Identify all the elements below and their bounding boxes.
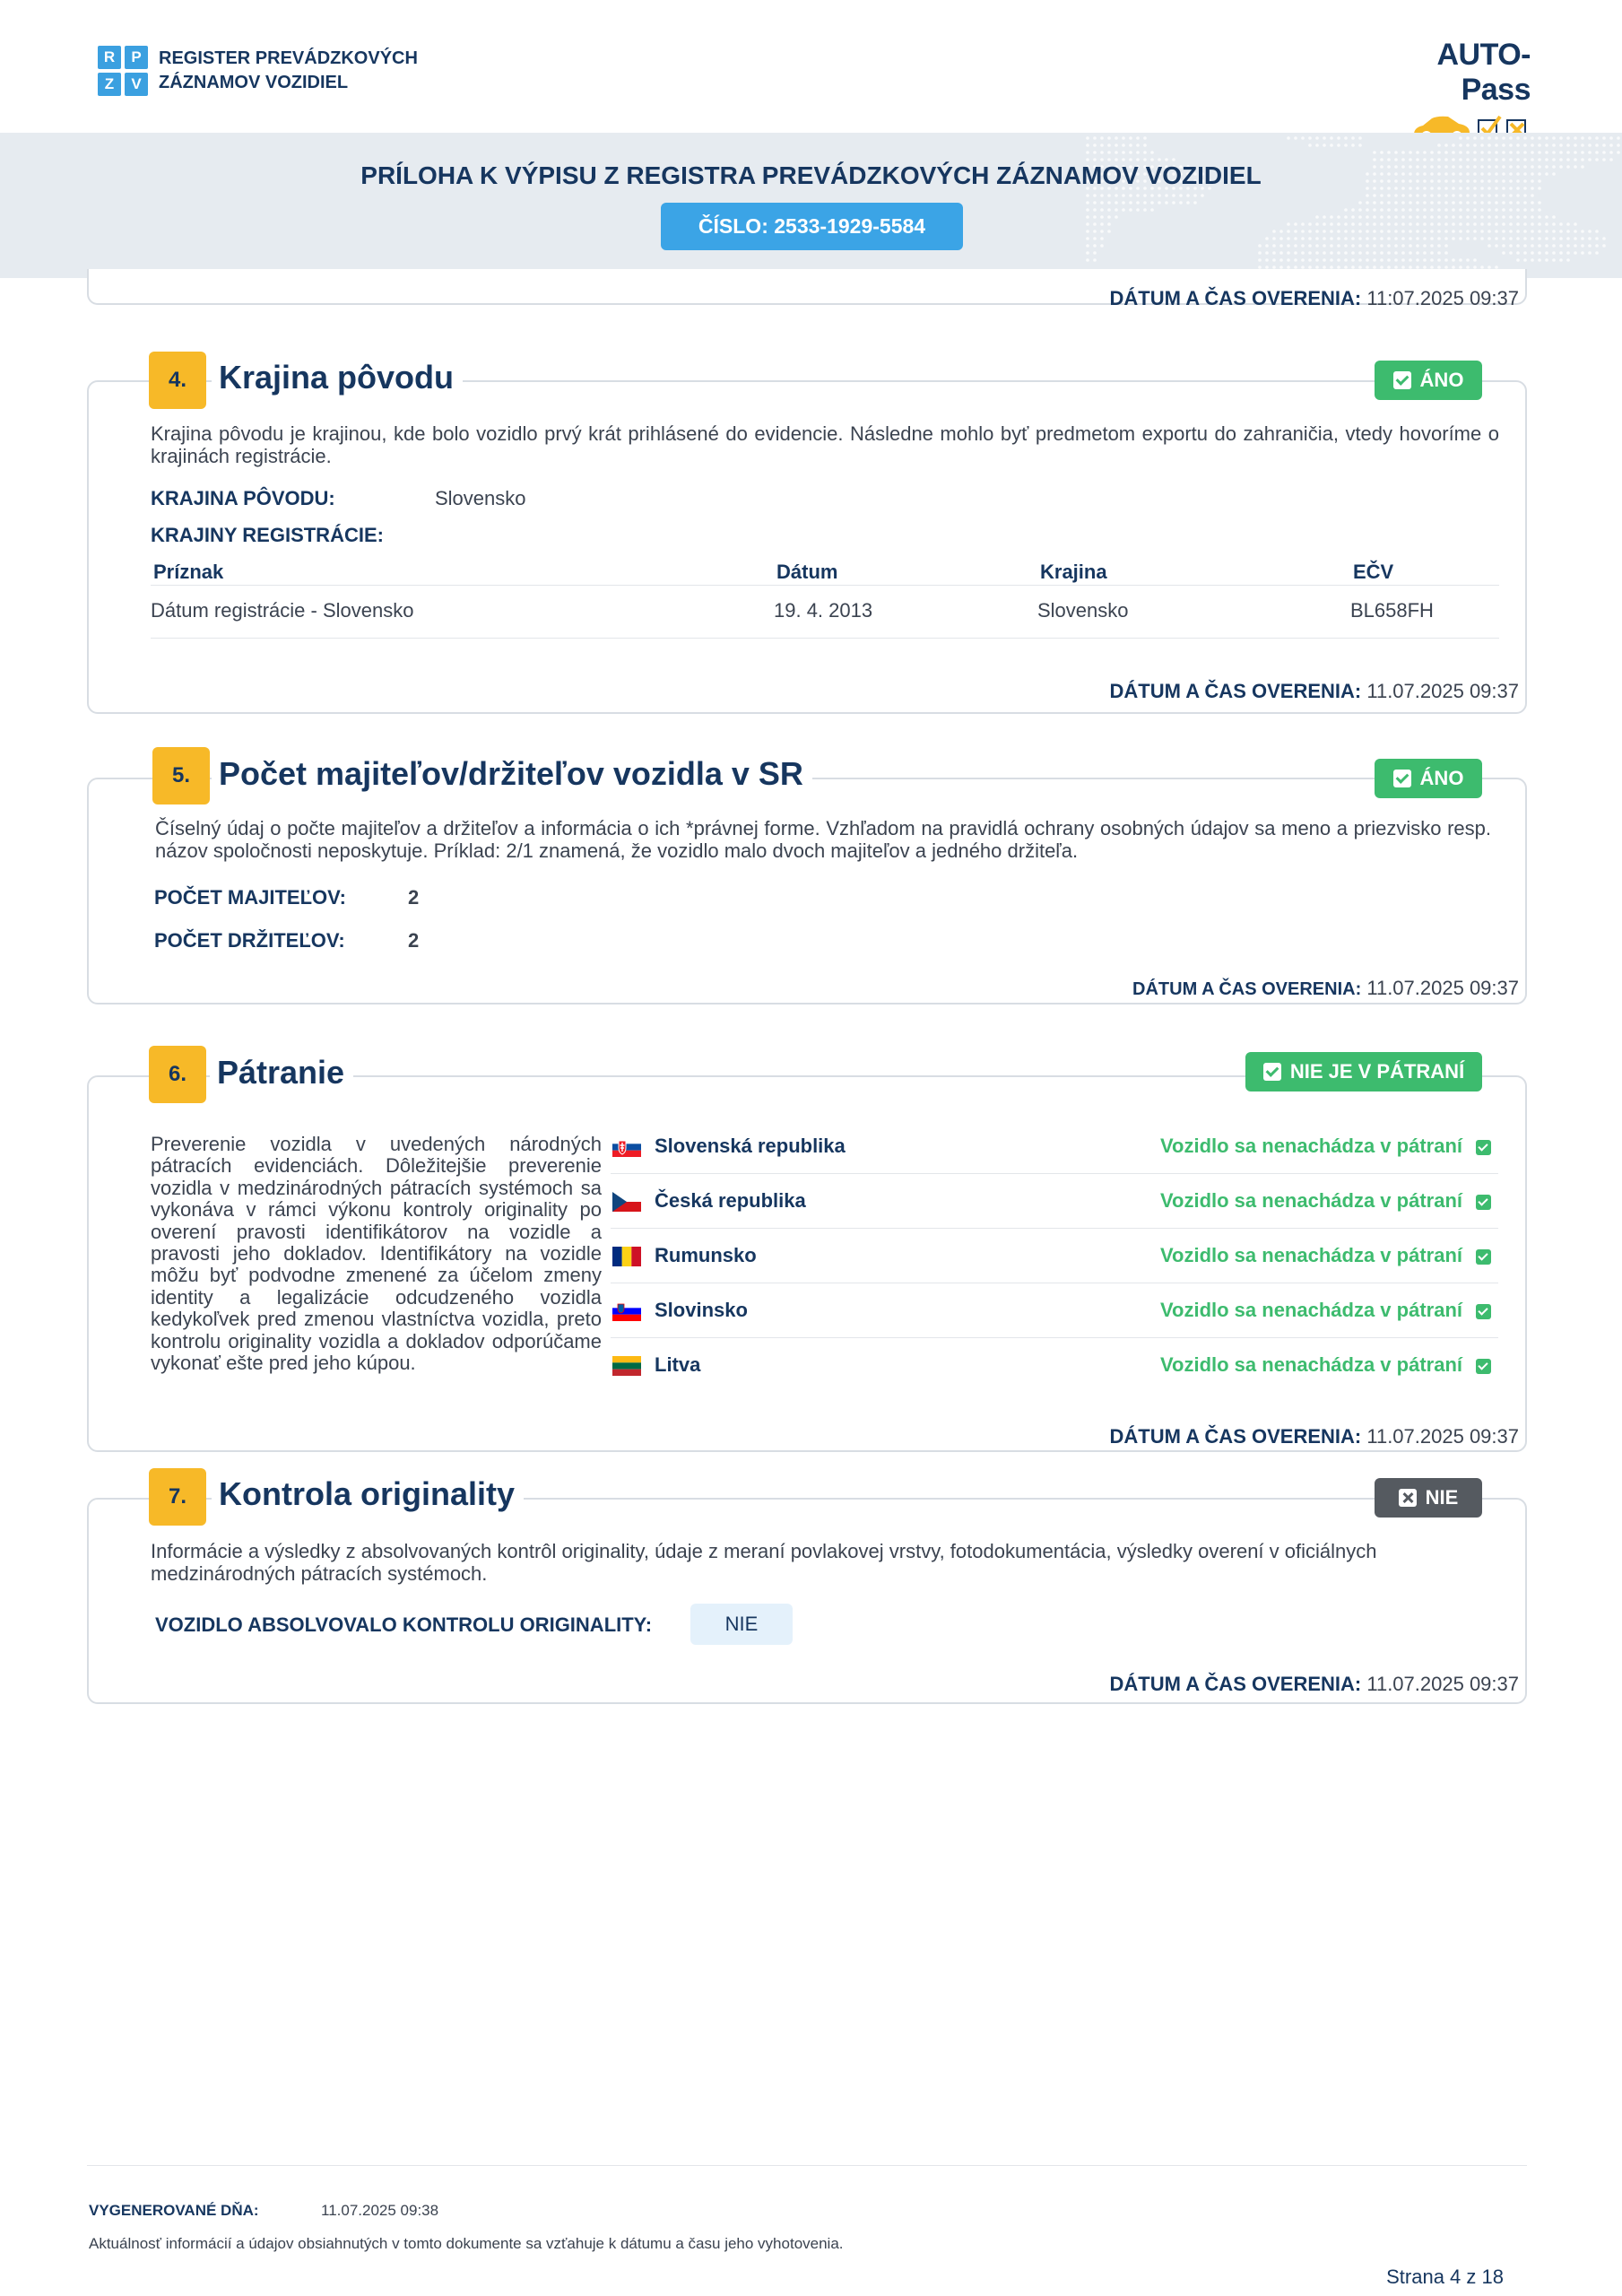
check-icon [1476,1304,1491,1319]
search-status: Vozidlo sa nenachádza v pátraní [1159,1353,1462,1376]
section-description: Preverenie vozidla v uvedených národných… [151,1133,602,1375]
rpzv-logo-text: REGISTER PREVÁDZKOVÝCH ZÁZNAMOV VOZIDIEL [159,47,418,95]
table-cell: BL658FH [1350,599,1434,622]
origin-value: Slovensko [435,487,526,509]
rpzv-logo: R P Z V REGISTER PREVÁDZKOVÝCH ZÁZNAMOV … [98,46,418,96]
section-header-line [448,380,1372,382]
autopass-title: AUTO-Pass [1436,38,1531,107]
logo-letter: P [125,46,148,69]
czech-flag-icon [612,1192,641,1212]
country-name: Česká republika [655,1189,806,1212]
logo-letter: R [98,46,121,69]
originality-question-label: VOZIDLO ABSOLVOVALO KONTROLU ORIGINALITY… [155,1613,653,1636]
verification-datetime: DÁTUM A ČAS OVERENIA: 11.07.2025 09:37 [1132,977,1519,999]
status-badge: ÁNO [1375,759,1482,798]
section-title: Počet majiteľov/držiteľov vozidla v SR [212,755,812,793]
document-number-badge: ČÍSLO: 2533-1929-5584 [661,203,963,250]
check-icon [1476,1249,1491,1265]
check-icon [1476,1140,1491,1155]
search-country-row: Slovinsko Vozidlo sa nenachádza v pátran… [611,1284,1498,1338]
verification-datetime: DÁTUM A ČAS OVERENIA: 11.07.2025 09:37 [1109,1425,1519,1448]
registration-label: KRAJINY REGISTRÁCIE: [151,524,384,546]
check-icon [1392,371,1411,389]
lithuania-flag-icon [612,1356,641,1376]
table-cell: Slovensko [1037,599,1129,622]
autopass-logo: AUTO-Pass [1369,38,1531,144]
section-description: Informácie a výsledky z absolvovaných ko… [151,1540,1377,1585]
section-title: Kontrola originality [212,1475,525,1513]
footer-divider [87,2165,1527,2166]
slovakia-flag-icon [612,1137,641,1157]
originality-answer: NIE [690,1604,793,1645]
country-name: Slovinsko [655,1299,748,1321]
search-country-row: Česká republika Vozidlo sa nenachádza v … [611,1175,1498,1229]
section-number: 6. [149,1046,206,1103]
search-country-row: Rumunsko Vozidlo sa nenachádza v pátraní [611,1230,1498,1283]
section-title: Krajina pôvodu [212,359,464,396]
dotted-map-decoration [1086,136,1620,276]
generated-label: VYGENEROVANÉ DŇA: [89,2202,259,2219]
title-banner: PRÍLOHA K VÝPISU Z REGISTRA PREVÁDZKOVÝC… [0,133,1622,278]
check-icon [1392,770,1411,787]
page-number: Strana 4 z 18 [1386,2266,1504,2288]
section-number: 4. [149,352,206,409]
search-status: Vozidlo sa nenachádza v pátraní [1159,1299,1462,1321]
origin-label: KRAJINA PÔVODU: [151,487,335,509]
country-name: Rumunsko [655,1244,757,1266]
owners-label: POČET MAJITEĽOV: [154,886,346,909]
country-name: Slovenská republika [655,1135,846,1157]
section-description: Krajina pôvodu je krajinou, kde bolo voz… [151,422,1499,467]
search-status: Vozidlo sa nenachádza v pátraní [1159,1189,1462,1212]
section-title: Pátranie [210,1054,354,1091]
holders-label: POČET DRŽITEĽOV: [154,929,345,952]
section-header-line [798,778,1372,779]
cross-icon [1398,1489,1417,1507]
table-header: Príznak [153,561,224,583]
table-divider [151,585,1499,586]
check-icon [1476,1195,1491,1210]
verification-datetime: DÁTUM A ČAS OVERENIA: 11.07.2025 09:37 [1109,1673,1519,1695]
table-header: Dátum [776,561,838,583]
table-cell: 19. 4. 2013 [774,599,873,622]
table-cell: Dátum registrácie - Slovensko [151,599,414,622]
holders-value: 2 [408,929,420,952]
country-name: Litva [655,1353,701,1376]
logo-line-2: ZÁZNAMOV VOZIDIEL [159,73,349,92]
verification-datetime: DÁTUM A ČAS OVERENIA: 11.07.2025 09:37 [1109,680,1519,702]
footer-note: Aktuálnosť informácií a údajov obsiahnut… [89,2235,844,2252]
search-status: Vozidlo sa nenachádza v pátraní [1159,1244,1462,1266]
search-status: Vozidlo sa nenachádza v pátraní [1159,1135,1462,1157]
section-header-line [354,1075,1242,1077]
document-title: PRÍLOHA K VÝPISU Z REGISTRA PREVÁDZKOVÝC… [360,161,1262,189]
logo-letter: V [125,73,148,96]
status-badge: NIE JE V PÁTRANÍ [1245,1052,1482,1091]
logo-letter: Z [98,73,121,96]
table-header: EČV [1353,561,1394,583]
search-country-row: Slovenská republika Vozidlo sa nenachádz… [611,1120,1498,1174]
generated-value: 11.07.2025 09:38 [321,2202,439,2219]
section-description: Číselný údaj o počte majiteľov a držiteľ… [155,817,1491,862]
check-icon [1476,1359,1491,1374]
search-country-row: Litva Vozidlo sa nenachádza v pátraní [611,1339,1498,1393]
owners-value: 2 [408,886,420,909]
romania-flag-icon [612,1247,641,1266]
table-divider [151,638,1499,639]
section-number: 7. [149,1468,206,1526]
previous-section-verify: DÁTUM A ČAS OVERENIA: 11:07.2025 09:37 [1109,287,1519,309]
section-header-line [520,1498,1372,1500]
section-number: 5. [152,747,210,804]
status-badge: ÁNO [1375,361,1482,400]
table-header: Krajina [1040,561,1107,583]
check-icon [1262,1063,1281,1081]
status-badge: NIE [1375,1478,1482,1518]
rpzv-logo-grid: R P Z V [98,46,148,96]
logo-line-1: REGISTER PREVÁDZKOVÝCH [159,48,418,68]
slovenia-flag-icon [612,1301,641,1321]
